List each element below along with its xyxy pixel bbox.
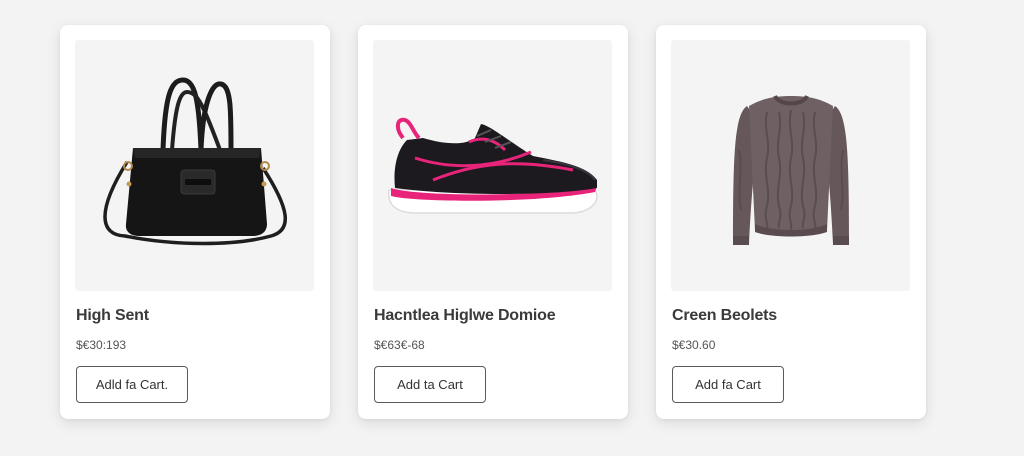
sweater-icon bbox=[733, 94, 849, 245]
product-image-sweater[interactable] bbox=[671, 40, 910, 291]
product-price: $€63€-68 bbox=[374, 338, 425, 352]
sneaker-icon bbox=[387, 117, 598, 214]
product-grid: High Sent $€30:193 Adld fa Cart. Hacntle… bbox=[0, 0, 1024, 456]
product-image-sneaker[interactable] bbox=[373, 40, 612, 291]
product-title[interactable]: High Sent bbox=[76, 307, 149, 325]
product-card-sweater: Creen Beolets $€30.60 Add fa Cart bbox=[656, 25, 926, 419]
add-to-cart-button[interactable]: Add ta Cart bbox=[374, 366, 486, 403]
add-to-cart-button[interactable]: Add fa Cart bbox=[672, 366, 784, 403]
add-to-cart-button[interactable]: Adld fa Cart. bbox=[76, 366, 188, 403]
product-price: $€30.60 bbox=[672, 338, 716, 352]
product-price: $€30:193 bbox=[76, 338, 127, 352]
product-card-sneaker: Hacntlea Higlwe Domioe $€63€-68 Add ta C… bbox=[358, 25, 628, 419]
product-title[interactable]: Hacntlea Higlwe Domioe bbox=[374, 307, 556, 325]
handbag-icon bbox=[103, 77, 287, 246]
product-image-handbag[interactable] bbox=[75, 40, 314, 291]
product-title[interactable]: Creen Beolets bbox=[672, 307, 777, 325]
product-card-handbag: High Sent $€30:193 Adld fa Cart. bbox=[60, 25, 330, 419]
